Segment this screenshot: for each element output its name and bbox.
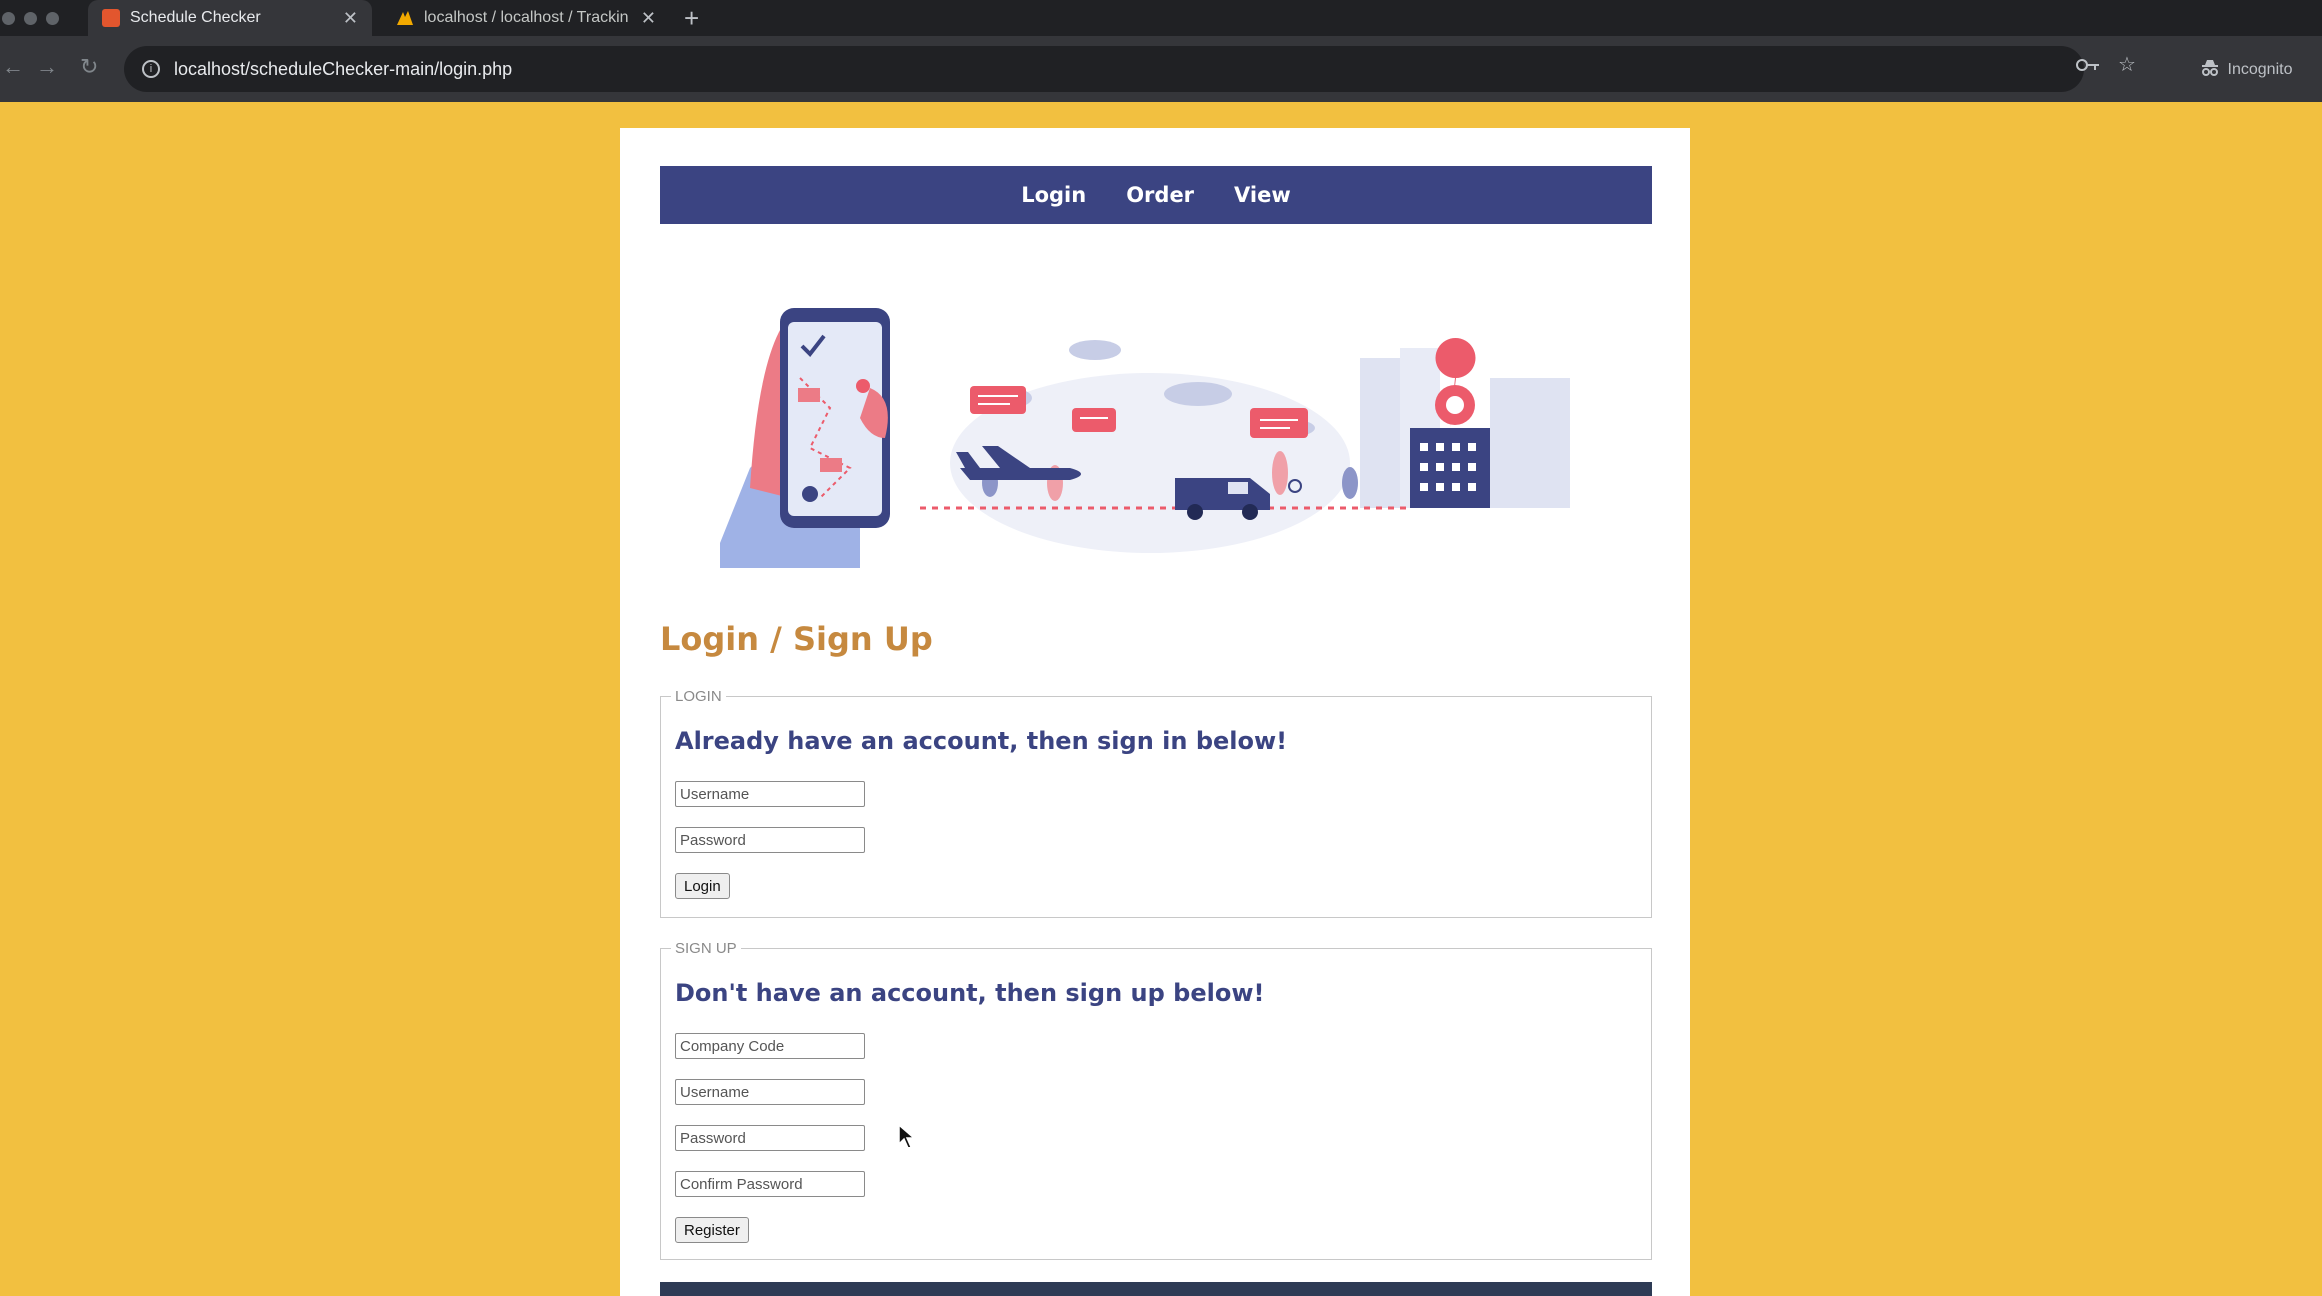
footer-bar	[660, 1282, 1652, 1296]
reload-icon[interactable]: ↻	[80, 54, 98, 80]
window-zoom-dot[interactable]	[46, 12, 59, 25]
window-minimize-dot[interactable]	[24, 12, 37, 25]
login-password-input[interactable]	[675, 827, 865, 853]
incognito-label: Incognito	[2227, 61, 2293, 78]
tab-schedule-checker[interactable]: Schedule Checker ✕	[88, 0, 372, 36]
tab-phpmyadmin[interactable]: localhost / localhost / Trackin ✕	[382, 0, 670, 36]
register-button[interactable]: Register	[675, 1217, 749, 1243]
signup-legend: SIGN UP	[675, 940, 737, 957]
logistics-hero-illustration	[720, 308, 1570, 568]
tab-close-icon[interactable]: ✕	[641, 8, 656, 29]
tab-title: localhost / localhost / Trackin	[424, 9, 629, 26]
tab-title: Schedule Checker	[130, 9, 261, 26]
phpmyadmin-favicon-icon	[396, 9, 414, 27]
nav-order-link[interactable]: Order	[1126, 183, 1194, 207]
login-fieldset: LOGIN Already have an account, then sign…	[660, 688, 1652, 918]
login-title: Already have an account, then sign in be…	[675, 727, 1288, 755]
login-legend: LOGIN	[675, 688, 722, 705]
nav-login-link[interactable]: Login	[1021, 183, 1086, 207]
browser-tab-bar: Schedule Checker ✕ localhost / localhost…	[0, 0, 2322, 36]
signup-password-input[interactable]	[675, 1125, 865, 1151]
forward-icon[interactable]: →	[36, 54, 58, 80]
schedule-checker-favicon-icon	[102, 9, 120, 27]
mouse-cursor-icon	[898, 1124, 916, 1149]
incognito-indicator[interactable]: Incognito	[2176, 50, 2316, 90]
nav-view-link[interactable]: View	[1234, 183, 1291, 207]
address-bar[interactable]: i localhost/scheduleChecker-main/login.p…	[124, 46, 2084, 92]
key-icon[interactable]	[2076, 56, 2100, 79]
tab-close-icon[interactable]: ✕	[343, 8, 358, 29]
login-username-input[interactable]	[675, 781, 865, 807]
address-toolbar: ← → ↻ i localhost/scheduleChecker-main/l…	[0, 36, 2322, 102]
main-nav: Login Order View	[660, 166, 1652, 224]
signup-fieldset: SIGN UP Don't have an account, then sign…	[660, 940, 1652, 1260]
incognito-icon	[2200, 59, 2220, 82]
confirm-password-input[interactable]	[675, 1171, 865, 1197]
url-text: localhost/scheduleChecker-main/login.php	[174, 58, 513, 79]
login-button[interactable]: Login	[675, 873, 730, 899]
page-title: Login / Sign Up	[660, 620, 933, 658]
star-icon[interactable]: ☆	[2118, 52, 2136, 77]
new-tab-icon[interactable]: +	[684, 3, 699, 34]
site-info-icon[interactable]: i	[142, 60, 160, 78]
page-card: Login Order View Login / Sign Up LOGIN A…	[620, 128, 1690, 1296]
back-icon[interactable]: ←	[2, 54, 24, 80]
signup-title: Don't have an account, then sign up belo…	[675, 979, 1265, 1007]
company-code-input[interactable]	[675, 1033, 865, 1059]
window-close-dot[interactable]	[2, 12, 15, 25]
signup-username-input[interactable]	[675, 1079, 865, 1105]
